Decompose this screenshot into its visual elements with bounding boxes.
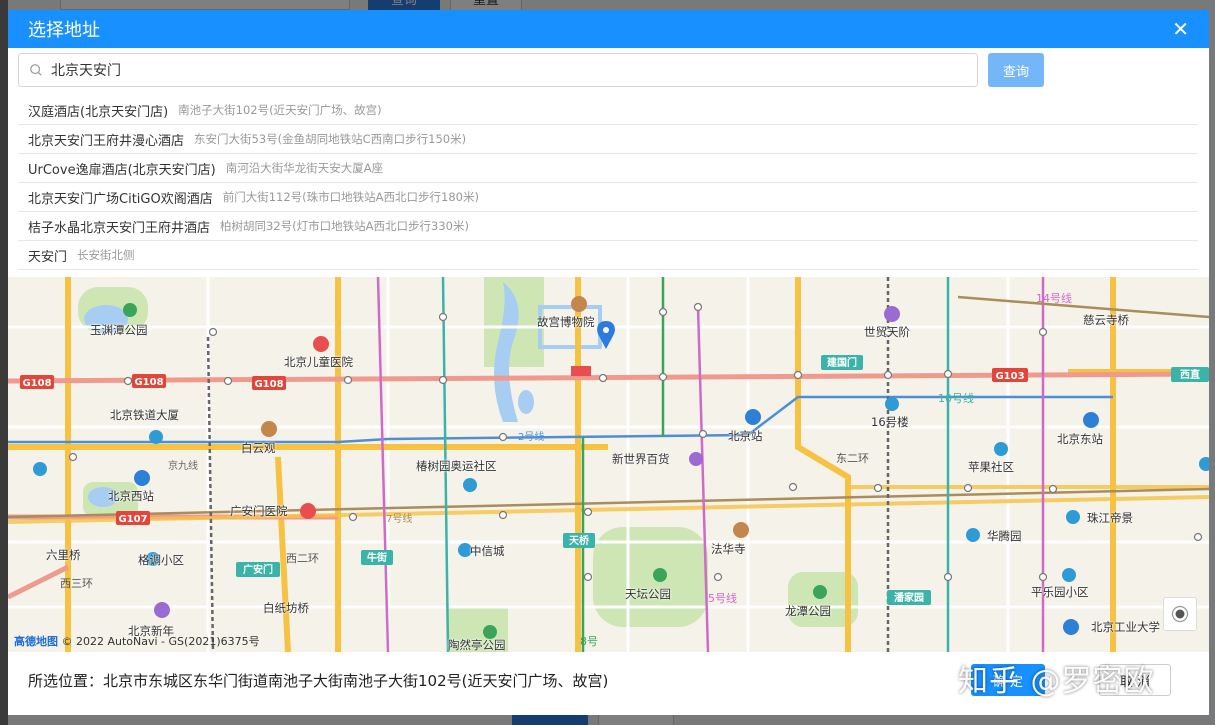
map-label: 中信城	[470, 544, 505, 558]
result-name: 桔子水晶北京天安门王府井酒店	[28, 220, 211, 236]
map-label: 故宫博物院	[537, 315, 595, 329]
search-input[interactable]	[51, 62, 951, 78]
map-label: 陶然亭公园	[448, 638, 506, 652]
selected-location: 所选位置：北京市东城区东华门街道南池子大街南池子大街102号(近天安门广场、故宫…	[28, 670, 608, 691]
line-label-14: 14号线	[1036, 291, 1072, 305]
station-badge-jianguomen: 建国门	[826, 356, 857, 369]
map-graphics: G108 G108 G108 G107 G103 西直 建国门 天桥 牛街 广安…	[8, 277, 1209, 652]
map-label: 白纸坊桥	[263, 601, 309, 615]
map-canvas[interactable]: G108 G108 G108 G107 G103 西直 建国门 天桥 牛街 广安…	[8, 277, 1209, 652]
background-left-edge	[0, 0, 8, 725]
search-box[interactable]	[18, 53, 978, 87]
result-address: 长安街北侧	[77, 248, 135, 262]
line-label-10: 10号线	[938, 391, 974, 405]
line-label-2: 2号线	[518, 430, 544, 443]
map-label: 北京站	[728, 429, 763, 443]
amap-logo: 高德地图	[14, 635, 58, 648]
dialog-footer: 所选位置：北京市东城区东华门街道南池子大街南池子大街102号(近天安门广场、故宫…	[8, 652, 1209, 715]
list-item[interactable]: 桔子水晶北京天安门王府井酒店 柏树胡同32号(灯市口地铁站A西北口步行330米)	[18, 212, 1198, 241]
station-badge-niujie: 牛街	[367, 551, 387, 564]
list-item[interactable]: 北京天安门广场CitiGO欢阁酒店 前门大街112号(珠市口地铁站A西北口步行1…	[18, 183, 1198, 212]
road-label-xi-erhuan: 西二环	[286, 552, 319, 565]
map-label: 玉渊潭公园	[90, 323, 148, 337]
query-button[interactable]: 查询	[988, 53, 1044, 87]
locate-icon[interactable]	[1163, 597, 1197, 631]
line-label-jingjiu: 京九线	[168, 459, 198, 472]
line-label-8: 8号	[580, 635, 598, 648]
road-shield-g108: G108	[254, 379, 283, 390]
locate-icon-graphic	[1171, 605, 1189, 623]
result-address: 南池子大街102号(近天安门广场、故宫)	[178, 103, 382, 117]
result-name: 北京天安门王府井漫心酒店	[28, 133, 185, 149]
list-item[interactable]: UrCove逸扉酒店(北京天安门店) 南河沿大街华龙街天安大厦A座	[18, 154, 1198, 183]
result-name: 天安门	[28, 249, 68, 265]
line-label-7: 7号线	[386, 512, 412, 525]
map-label: 北京铁道大厦	[110, 408, 179, 422]
result-name: UrCove逸扉酒店(北京天安门店)	[28, 162, 216, 178]
dialog-header: 选择地址 ✕	[8, 10, 1209, 48]
map-label: 广安门医院	[230, 504, 288, 518]
result-address: 南河沿大街华龙街天安大厦A座	[225, 161, 384, 175]
confirm-button[interactable]: 确 定	[971, 664, 1045, 696]
road-label-xi-sanhuan: 西三环	[60, 577, 93, 590]
result-name: 北京天安门广场CitiGO欢阁酒店	[28, 191, 213, 207]
road-shield-g107: G107	[118, 514, 147, 525]
list-item[interactable]: 北京天安门王府井漫心酒店 东安门大街53号(金鱼胡同地铁站C西南口步行150米)	[18, 125, 1198, 154]
map-label: 16号楼	[871, 415, 909, 429]
search-icon	[30, 64, 42, 76]
station-badge-guanganmen: 广安门	[243, 563, 273, 576]
result-address: 柏树胡同32号(灯市口地铁站A西北口步行330米)	[220, 219, 469, 233]
map-label: 华腾园	[987, 529, 1022, 543]
road-shield-g108: G108	[22, 378, 51, 389]
map-label: 慈云寺桥	[1083, 313, 1129, 327]
cancel-button[interactable]: 取 消	[1099, 664, 1171, 696]
map-copyright: 高德地图 © 2022 AutoNavi - GS(2021)6375号	[14, 633, 260, 649]
dialog-title: 选择地址	[28, 20, 100, 41]
road-label-dong-erhuan: 东二环	[836, 452, 869, 465]
map-label: 北京东站	[1057, 432, 1103, 446]
map-label: 格调小区	[138, 553, 184, 567]
map-label: 北京西站	[108, 489, 154, 503]
map-label: 椿树园奥运社区	[416, 459, 497, 473]
map-label: 世贸天阶	[864, 325, 910, 339]
map-label: 天坛公园	[625, 587, 671, 601]
list-item[interactable]: 天安门 长安街北侧	[18, 241, 1198, 270]
result-name: 汉庭酒店(北京天安门店)	[28, 104, 169, 120]
map-label: 法华寺	[711, 542, 746, 556]
map-label: 龙潭公园	[785, 604, 831, 618]
station-badge-panjiayuan: 潘家园	[894, 591, 924, 604]
station-badge-tianqiao: 天桥	[569, 534, 590, 547]
map-copyright-text: © 2022 AutoNavi - GS(2021)6375号	[58, 635, 260, 648]
selected-location-value: 北京市东城区东华门街道南池子大街南池子大街102号(近天安门广场、故宫)	[103, 672, 609, 690]
search-row: 查询	[18, 53, 1204, 87]
map-label: 北京儿童医院	[284, 355, 353, 369]
map-label: 平乐园小区	[1031, 585, 1089, 599]
result-address: 前门大街112号(珠市口地铁站A西北口步行180米)	[222, 190, 479, 204]
map-label: 珠江帝景	[1087, 511, 1133, 525]
map-label: 白云观	[241, 441, 276, 455]
road-shield-g103: G103	[995, 371, 1024, 382]
select-address-dialog: 选择地址 ✕ 查询 汉庭酒店(北京天安门店) 南池子大街102号(近天安门广场、…	[8, 10, 1209, 715]
list-item[interactable]: 汉庭酒店(北京天安门店) 南池子大街102号(近天安门广场、故宫)	[18, 96, 1198, 125]
search-results-list: 汉庭酒店(北京天安门店) 南池子大街102号(近天安门广场、故宫) 北京天安门王…	[18, 96, 1198, 270]
road-shield-xizhi: 西直	[1180, 368, 1200, 381]
selected-location-label: 所选位置：	[28, 672, 104, 690]
map-label: 北京工业大学	[1091, 620, 1160, 634]
map-label: 六里桥	[46, 548, 81, 562]
line-label-5: 5号线	[708, 591, 737, 605]
map-label: 新世界百货	[612, 452, 670, 466]
map-label: 苹果社区	[968, 460, 1014, 474]
road-shield-g108: G108	[134, 377, 163, 388]
result-address: 东安门大街53号(金鱼胡同地铁站C西南口步行150米)	[194, 132, 467, 146]
close-icon[interactable]: ✕	[1172, 19, 1189, 39]
